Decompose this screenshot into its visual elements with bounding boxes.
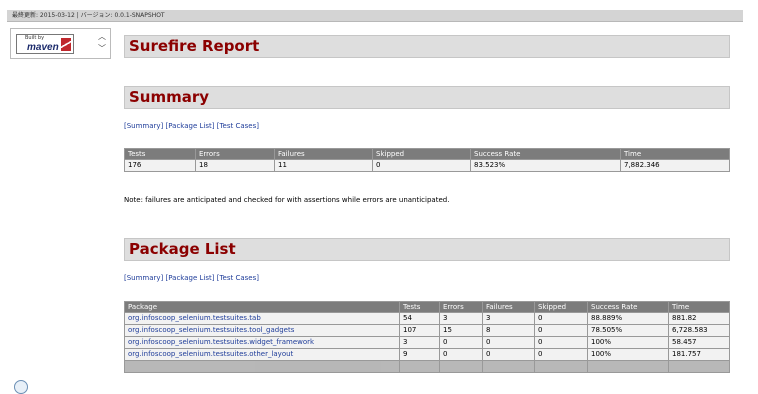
cell-skipped: 0 (373, 160, 470, 171)
cell-tests: 107 (400, 325, 439, 336)
package-cell: org.infoscoop_selenium.testsuites.widget… (125, 337, 399, 348)
cell-success-rate: 100% (588, 349, 668, 360)
cell-time: 58.457 (669, 337, 729, 348)
package-nav-links: [Summary] [Package List] [Test Cases] (124, 274, 259, 282)
col-failures: Failures (275, 149, 372, 159)
cell-skipped: 0 (535, 349, 587, 360)
last-updated-bar: 最終更新: 2015-03-12 | バージョン: 0.0.1-SNAPSHOT (7, 10, 743, 22)
table-row: org.infoscoop_selenium.testsuites.tab 54… (125, 313, 729, 324)
package-list-heading: Package List (124, 238, 730, 261)
cell-errors: 18 (196, 160, 274, 171)
link-summary[interactable]: [Summary] (124, 122, 163, 130)
package-cell: org.infoscoop_selenium.testsuites.other_… (125, 349, 399, 360)
cell-tests: 176 (125, 160, 195, 171)
col-failures: Failures (483, 302, 534, 312)
table-row: org.infoscoop_selenium.testsuites.widget… (125, 337, 729, 348)
link-test-cases[interactable]: [Test Cases] (217, 122, 259, 130)
summary-nav-links: [Summary] [Package List] [Test Cases] (124, 122, 259, 130)
cell-success-rate: 83.523% (471, 160, 620, 171)
col-package: Package (125, 302, 399, 312)
cell-skipped: 0 (535, 313, 587, 324)
cell-success-rate: 78.505% (588, 325, 668, 336)
summary-header-row: Tests Errors Failures Skipped Success Ra… (125, 149, 729, 159)
cell-tests: 3 (400, 337, 439, 348)
cell-errors: 15 (440, 325, 482, 336)
built-by-maven-badge[interactable]: Built by maven (16, 34, 74, 54)
package-header-row: Package Tests Errors Failures Skipped Su… (125, 302, 729, 312)
col-tests: Tests (125, 149, 195, 159)
table-row-partial (125, 361, 729, 372)
col-tests: Tests (400, 302, 439, 312)
left-navigation: Built by maven ︿ ﹀ (10, 28, 111, 59)
page-title: Surefire Report (124, 35, 730, 58)
cell-time: 181.757 (669, 349, 729, 360)
package-cell: org.infoscoop_selenium.testsuites.tool_g… (125, 325, 399, 336)
link-test-cases[interactable]: [Test Cases] (217, 274, 259, 282)
scroll-up-icon[interactable]: ︿ (98, 33, 106, 41)
scroll-down-icon[interactable]: ﹀ (98, 45, 106, 53)
link-summary[interactable]: [Summary] (124, 274, 163, 282)
cell-skipped: 0 (535, 325, 587, 336)
cell-failures: 11 (275, 160, 372, 171)
summary-row: 176 18 11 0 83.523% 7,882.346 (125, 160, 729, 171)
link-package-list[interactable]: [Package List] (166, 274, 215, 282)
col-success-rate: Success Rate (471, 149, 620, 159)
package-link[interactable]: org.infoscoop_selenium.testsuites.other_… (128, 350, 293, 358)
cell-time: 7,882.346 (621, 160, 729, 171)
col-errors: Errors (440, 302, 482, 312)
cell-tests: 9 (400, 349, 439, 360)
cell-errors: 0 (440, 337, 482, 348)
col-errors: Errors (196, 149, 274, 159)
package-link[interactable]: org.infoscoop_selenium.testsuites.tool_g… (128, 326, 294, 334)
cell-failures: 0 (483, 349, 534, 360)
summary-heading: Summary (124, 86, 730, 109)
col-skipped: Skipped (373, 149, 470, 159)
cell-time: 6,728.583 (669, 325, 729, 336)
note-text: Note: failures are anticipated and check… (124, 196, 450, 204)
cell-time: 881.82 (669, 313, 729, 324)
cell-errors: 0 (440, 349, 482, 360)
col-time: Time (621, 149, 729, 159)
summary-table: Tests Errors Failures Skipped Success Ra… (124, 148, 730, 172)
cell-errors: 3 (440, 313, 482, 324)
table-row: org.infoscoop_selenium.testsuites.tool_g… (125, 325, 729, 336)
cell-skipped: 0 (535, 337, 587, 348)
cell-failures: 0 (483, 337, 534, 348)
last-updated-text: 最終更新: 2015-03-12 | バージョン: 0.0.1-SNAPSHOT (12, 12, 165, 19)
package-link[interactable]: org.infoscoop_selenium.testsuites.tab (128, 314, 261, 322)
package-cell (125, 361, 399, 372)
col-skipped: Skipped (535, 302, 587, 312)
cell-success-rate: 100% (588, 337, 668, 348)
package-link[interactable]: org.infoscoop_selenium.testsuites.widget… (128, 338, 314, 346)
page-corner-icon (14, 380, 28, 394)
package-cell: org.infoscoop_selenium.testsuites.tab (125, 313, 399, 324)
col-success-rate: Success Rate (588, 302, 668, 312)
cell-failures: 3 (483, 313, 534, 324)
maven-logo-text: maven (27, 42, 59, 53)
cell-failures: 8 (483, 325, 534, 336)
badge-small-text: Built by (25, 35, 45, 41)
table-row: org.infoscoop_selenium.testsuites.other_… (125, 349, 729, 360)
col-time: Time (669, 302, 729, 312)
link-package-list[interactable]: [Package List] (166, 122, 215, 130)
package-table: Package Tests Errors Failures Skipped Su… (124, 301, 730, 373)
cell-tests: 54 (400, 313, 439, 324)
feather-icon (61, 38, 71, 51)
cell-success-rate: 88.889% (588, 313, 668, 324)
